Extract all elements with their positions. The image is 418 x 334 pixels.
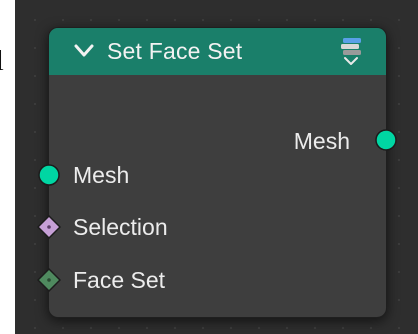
input-selection-socket[interactable] (37, 215, 61, 239)
input-mesh-label: Mesh (73, 162, 130, 188)
node-title: Set Face Set (107, 38, 243, 64)
left-margin: l (0, 0, 15, 334)
margin-glyph: l (0, 48, 4, 76)
output-mesh-socket[interactable] (374, 128, 398, 152)
input-mesh-socket[interactable] (37, 163, 61, 187)
output-mesh-label: Mesh (293, 128, 350, 154)
chevron-down-icon[interactable] (73, 42, 95, 60)
input-selection-label: Selection (73, 214, 168, 240)
node-stack-icon[interactable] (336, 36, 366, 68)
node-header[interactable]: Set Face Set (49, 28, 386, 75)
node-editor-canvas[interactable]: Set Face Set Mesh Mesh Selection Face Se… (15, 0, 418, 334)
input-face-set-label: Face Set (73, 267, 166, 293)
input-face-set-socket[interactable] (37, 268, 61, 292)
set-face-set-node[interactable]: Set Face Set Mesh Mesh Selection Face Se… (37, 27, 397, 318)
